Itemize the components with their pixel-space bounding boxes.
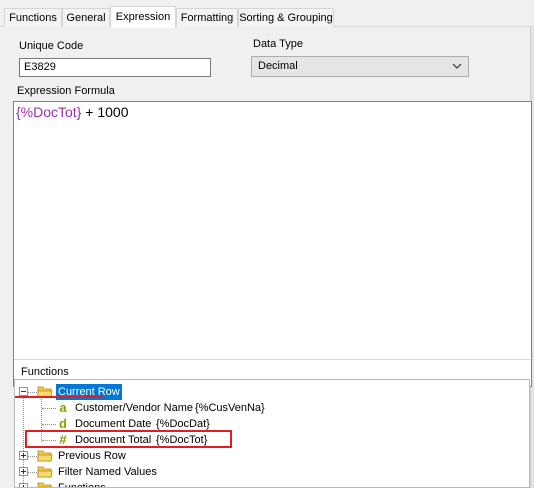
data-type-value: Decimal xyxy=(258,60,298,72)
tree-node-filter-named-values[interactable]: Filter Named Values xyxy=(15,464,315,480)
data-type-label: Data Type xyxy=(253,38,303,50)
text-type-icon: a xyxy=(59,400,67,415)
tree-connector xyxy=(28,456,37,457)
expression-formula-editor[interactable]: {%DocTot} + 1000 xyxy=(13,101,532,387)
folder-icon xyxy=(37,482,53,487)
unique-code-label: Unique Code xyxy=(19,40,84,52)
tab-sorting-grouping[interactable]: Sorting & Grouping xyxy=(238,8,334,27)
formula-token: {%DocTot} xyxy=(16,104,82,120)
tree-connector xyxy=(28,392,37,393)
tree-node-previous-row[interactable]: Previous Row xyxy=(15,448,315,464)
highlight-underline xyxy=(15,396,103,398)
tab-general[interactable]: General xyxy=(62,8,110,27)
tree-node-label: Filter Named Values xyxy=(58,466,157,478)
tree-node-label: Functions xyxy=(58,482,106,488)
tab-formatting[interactable]: Formatting xyxy=(176,8,238,27)
expand-icon[interactable] xyxy=(19,483,28,487)
formula-rest: + 1000 xyxy=(81,104,129,120)
functions-label: Functions xyxy=(21,366,69,378)
tree-item-name: Customer/Vendor Name xyxy=(75,402,193,414)
tab-strip: Functions General Expression Formatting … xyxy=(0,0,534,28)
functions-separator xyxy=(14,359,530,360)
chevron-down-icon xyxy=(452,63,462,69)
tree-connector xyxy=(28,472,37,473)
tree-connector xyxy=(42,408,56,409)
tree-item-code: {%CusVenNa} xyxy=(195,402,265,414)
folder-icon xyxy=(37,450,53,462)
collapse-icon[interactable] xyxy=(19,387,28,396)
tree-node-functions[interactable]: Functions xyxy=(15,480,315,488)
tree-node-label: Previous Row xyxy=(58,450,126,462)
functions-tree[interactable]: Current Row a Customer/Vendor Name {%Cus… xyxy=(14,379,530,488)
folder-icon xyxy=(37,466,53,478)
tab-expression[interactable]: Expression xyxy=(110,6,176,28)
tree-item[interactable]: a Customer/Vendor Name {%CusVenNa} xyxy=(15,400,315,416)
expression-formula-label: Expression Formula xyxy=(17,85,115,97)
expand-icon[interactable] xyxy=(19,467,28,476)
highlight-box xyxy=(25,430,232,448)
expression-formula-text: {%DocTot} + 1000 xyxy=(16,104,128,120)
expand-icon[interactable] xyxy=(19,451,28,460)
data-type-select[interactable]: Decimal xyxy=(251,56,469,77)
date-type-icon: d xyxy=(59,416,67,431)
tree-connector xyxy=(42,424,56,425)
tab-functions[interactable]: Functions xyxy=(4,8,62,27)
unique-code-input[interactable]: E3829 xyxy=(19,58,211,77)
